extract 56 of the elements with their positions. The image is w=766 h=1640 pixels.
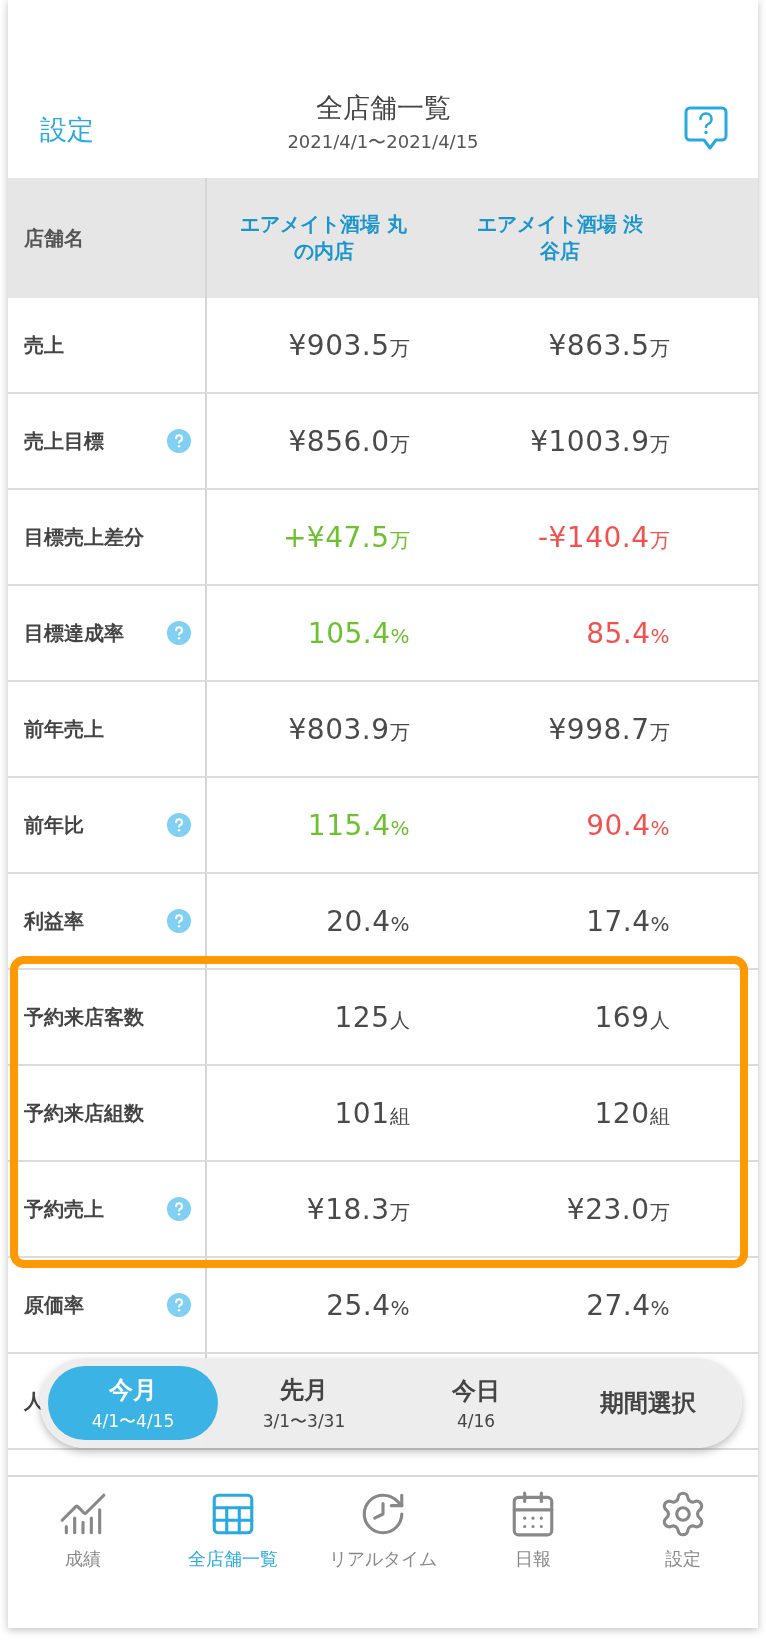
row-label: 目標達成率 <box>24 619 124 647</box>
tab-item[interactable]: 設定 <box>608 1489 758 1571</box>
help-icon[interactable] <box>167 813 191 837</box>
value-text: 25.4% <box>326 1288 410 1322</box>
tab-item[interactable]: リアルタイム <box>308 1489 458 1571</box>
value-text: ¥23.0万 <box>566 1192 670 1226</box>
help-icon[interactable] <box>167 1293 191 1317</box>
value-text: 105.4% <box>307 616 410 650</box>
period-segment[interactable]: 先月 3/1〜3/31 <box>218 1366 390 1440</box>
help-icon[interactable] <box>167 909 191 933</box>
value-text: 90.4% <box>586 808 670 842</box>
row-label: 利益率 <box>24 907 84 935</box>
tab-item[interactable]: 全店舗一覧 <box>158 1489 308 1571</box>
value-text: ¥863.5万 <box>548 328 670 362</box>
row-label: 予約売上 <box>24 1195 104 1223</box>
value-text: +¥47.5万 <box>282 520 410 554</box>
row-label: 人 <box>24 1387 44 1415</box>
value-text: 17.4% <box>586 904 670 938</box>
row-label: 売上 <box>24 331 64 359</box>
value-text: -¥140.4万 <box>537 520 670 554</box>
value-text: 169人 <box>594 1000 670 1034</box>
column-header: 店舗名 <box>24 224 84 252</box>
row-label: 売上目標 <box>24 427 104 455</box>
value-text: 115.4% <box>307 808 410 842</box>
value-text: ¥1003.9万 <box>530 424 670 458</box>
help-icon[interactable] <box>167 1197 191 1221</box>
value-text: ¥998.7万 <box>548 712 670 746</box>
store-column-header[interactable]: エアメイト酒場 渋谷店 <box>470 211 650 265</box>
value-text: ¥18.3万 <box>306 1192 410 1226</box>
period-segment[interactable]: 期間選択 <box>562 1366 734 1440</box>
settings-link[interactable]: 設定 <box>8 112 94 148</box>
value-text: 101組 <box>334 1096 410 1130</box>
page-title: 全店舗一覧 <box>315 91 451 125</box>
value-text: 85.4% <box>586 616 670 650</box>
period-segment[interactable]: 今月 4/1〜4/15 <box>48 1366 218 1440</box>
tab-item[interactable]: 成績 <box>8 1489 158 1571</box>
store-column-header[interactable]: エアメイト酒場 丸の内店 <box>233 211 414 265</box>
row-label: 前年売上 <box>24 715 104 743</box>
row-label: 原価率 <box>24 1291 84 1319</box>
row-label: 予約来店客数 <box>24 1003 144 1031</box>
value-text: ¥903.5万 <box>288 328 410 362</box>
value-text: ¥803.9万 <box>288 712 410 746</box>
period-segment[interactable]: 今日 4/16 <box>390 1366 562 1440</box>
row-label: 前年比 <box>24 811 84 839</box>
value-text: 27.4% <box>586 1288 670 1322</box>
help-icon[interactable] <box>167 429 191 453</box>
period-text: 2021/4/1〜2021/4/15 <box>287 130 479 154</box>
value-text: 120組 <box>594 1096 670 1130</box>
tab-item[interactable]: 日報 <box>458 1489 608 1571</box>
value-text: ¥856.0万 <box>288 424 410 458</box>
row-label: 目標売上差分 <box>24 523 144 551</box>
row-label: 予約来店組数 <box>24 1099 144 1127</box>
help-icon[interactable] <box>167 621 191 645</box>
value-text: 125人 <box>334 1000 410 1034</box>
help-bubble-icon[interactable] <box>684 106 728 152</box>
value-text: 20.4% <box>326 904 410 938</box>
